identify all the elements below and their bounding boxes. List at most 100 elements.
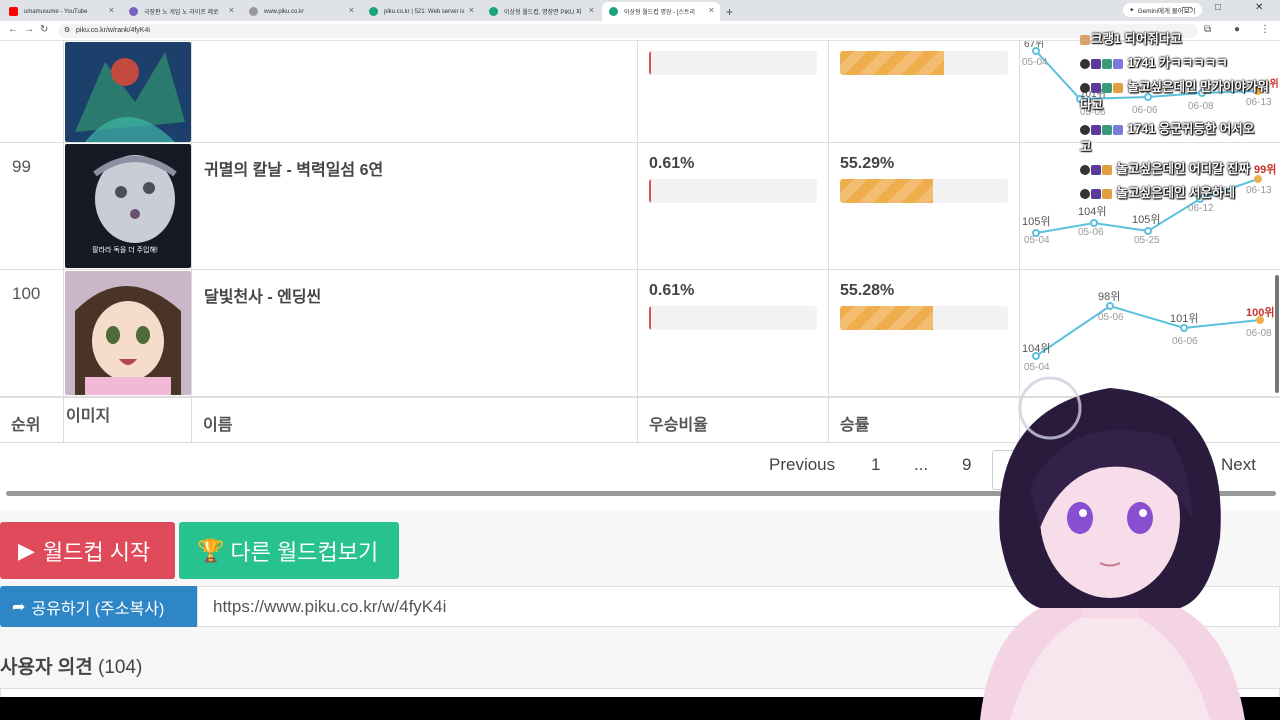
globe-icon bbox=[249, 7, 258, 16]
chat-message: 다고 bbox=[1080, 98, 1104, 112]
chat-message: 크랭1 되어줘다고 bbox=[1080, 28, 1182, 47]
chat-avatar-icon bbox=[1080, 124, 1090, 135]
chat-badge-icon bbox=[1091, 82, 1101, 93]
chart-x-label: 05-25 bbox=[1134, 235, 1160, 246]
back-icon[interactable]: ← bbox=[8, 24, 18, 35]
chart-point bbox=[1090, 219, 1098, 227]
chat-badge-icon bbox=[1102, 124, 1112, 135]
piku-icon bbox=[369, 7, 378, 16]
tab-strip: umamusume - YouTube × 극장판 노 게임 노 라이프 제로 × … bbox=[0, 0, 1280, 21]
chat-avatar-icon bbox=[1080, 58, 1090, 69]
pagination-page[interactable]: 1 bbox=[871, 455, 880, 483]
browser-tab[interactable]: umamusume - YouTube × bbox=[2, 2, 120, 21]
minimize-icon[interactable]: — bbox=[1182, 2, 1192, 13]
chart-x-label: 05-06 bbox=[1098, 312, 1124, 323]
chat-badge-icon bbox=[1102, 188, 1112, 199]
pagination-ellipsis: ... bbox=[914, 455, 929, 474]
chart-rank-label: 99위 bbox=[1254, 163, 1276, 176]
chat-badge-icon bbox=[1102, 82, 1112, 93]
chart-point bbox=[1106, 302, 1114, 310]
close-tab-icon[interactable]: × bbox=[469, 5, 474, 15]
win-ratio-cell: 0.61% bbox=[638, 270, 829, 396]
browser-tab-active[interactable]: 이상형 월드컵 명장 - [스트리 × bbox=[602, 2, 720, 21]
youtube-icon bbox=[9, 7, 18, 16]
column-header-name[interactable]: 이름 bbox=[192, 398, 638, 442]
close-window-icon[interactable]: ✕ bbox=[1255, 2, 1263, 13]
vertical-scrollbar[interactable] bbox=[1275, 275, 1279, 393]
chart-rank-label: 67위 bbox=[1024, 41, 1044, 50]
win-ratio-fill bbox=[649, 179, 651, 203]
win-rate-cell: 55.29% bbox=[829, 143, 1020, 269]
column-header-win-ratio[interactable]: 우승비율 bbox=[638, 398, 829, 442]
rank-cell: 100 bbox=[0, 270, 64, 396]
chat-badge-icon bbox=[1113, 124, 1123, 135]
chat-badge-icon bbox=[1091, 58, 1101, 69]
thumbnail-image[interactable] bbox=[65, 271, 191, 395]
forward-icon[interactable]: → bbox=[24, 24, 34, 35]
extensions-icon[interactable]: ⧉ bbox=[1204, 24, 1211, 35]
win-ratio-cell: 0.61% bbox=[638, 143, 829, 269]
close-tab-icon[interactable]: × bbox=[229, 5, 234, 15]
trophy-icon: 🏆 bbox=[197, 537, 225, 563]
column-header-image: 이미지 bbox=[64, 398, 192, 442]
chart-x-label: 06-06 bbox=[1172, 336, 1198, 347]
chat-message: 고 bbox=[1080, 140, 1092, 154]
chat-badge-icon bbox=[1080, 34, 1090, 45]
chat-badge-icon bbox=[1091, 164, 1101, 175]
chart-rank-label: 105위 bbox=[1132, 213, 1160, 226]
chart-x-label: 05-04 bbox=[1022, 57, 1048, 68]
win-rate-cell bbox=[829, 41, 1020, 142]
chat-avatar-icon bbox=[1080, 188, 1090, 199]
reload-icon[interactable]: ↻ bbox=[40, 24, 48, 35]
chart-rank-label: 101위 bbox=[1170, 312, 1198, 325]
menu-icon[interactable]: ⋮ bbox=[1260, 24, 1270, 35]
win-ratio-cell bbox=[638, 41, 829, 142]
site-info-icon: ⚙ bbox=[64, 27, 71, 34]
chart-rank-label: 100위 bbox=[1246, 306, 1274, 319]
close-tab-icon[interactable]: × bbox=[349, 5, 354, 15]
gemini-icon: ✦ bbox=[1129, 7, 1135, 14]
win-ratio-bar bbox=[649, 51, 817, 75]
name-cell bbox=[192, 41, 638, 142]
chat-badge-icon bbox=[1102, 164, 1112, 175]
chat-message: 놀고싶은데인 어디갈 진짜 bbox=[1080, 158, 1250, 177]
new-tab-icon[interactable]: + bbox=[726, 5, 733, 19]
column-header-rank[interactable]: 순위 bbox=[0, 398, 64, 442]
win-rate-bar bbox=[840, 306, 1008, 330]
other-worldcup-button[interactable]: 🏆 다른 월드컵보기 bbox=[179, 522, 399, 579]
chart-x-label: 06-08 bbox=[1188, 101, 1214, 112]
thumbnail-cell bbox=[64, 270, 192, 396]
chart-point bbox=[1180, 324, 1188, 332]
browser-tab[interactable]: www.piku.co.kr × bbox=[242, 2, 360, 21]
chart-x-label: 06-13 bbox=[1246, 185, 1272, 196]
pagination-previous[interactable]: Previous bbox=[769, 455, 835, 483]
win-rate-fill bbox=[840, 306, 933, 330]
win-ratio-bar bbox=[649, 179, 817, 203]
browser-tab[interactable]: piku.co.kr | 521: Web server is × bbox=[362, 2, 480, 21]
start-worldcup-button[interactable]: ▶ 월드컵 시작 bbox=[0, 522, 175, 579]
close-tab-icon[interactable]: × bbox=[589, 5, 594, 15]
thumbnail-image[interactable] bbox=[65, 42, 191, 142]
close-tab-icon[interactable]: × bbox=[109, 5, 114, 15]
thumbnail-image[interactable]: 팔라라 독을 더 주입해! bbox=[65, 144, 191, 268]
win-ratio-text: 0.61% bbox=[649, 155, 695, 172]
share-button[interactable]: ➦ 공유하기 (주소복사) bbox=[0, 586, 197, 627]
chart-x-label: 06-08 bbox=[1246, 328, 1272, 339]
profile-icon[interactable]: ● bbox=[1234, 24, 1240, 35]
chat-badge-icon bbox=[1091, 124, 1101, 135]
win-ratio-fill bbox=[649, 51, 651, 75]
browser-tab[interactable]: 이상형 월드컵, 명장면 PIKU 피 × bbox=[482, 2, 600, 21]
maximize-icon[interactable]: □ bbox=[1215, 2, 1221, 13]
win-rate-text: 55.29% bbox=[840, 155, 895, 172]
chat-message: 1741 응군귀등한 어서오 bbox=[1080, 118, 1254, 137]
chat-badge-icon bbox=[1113, 58, 1123, 69]
name-cell: 귀멸의 칼날 - 벽력일섬 6연 bbox=[192, 143, 638, 269]
url-input[interactable]: ⚙ piku.co.kr/w/rank/4fyK4i bbox=[58, 24, 1198, 38]
chart-x-label: 06-13 bbox=[1246, 97, 1272, 108]
chart-x-label: 06-12 bbox=[1188, 203, 1214, 214]
win-rate-text: 55.28% bbox=[840, 282, 895, 299]
browser-tab[interactable]: 극장판 노 게임 노 라이프 제로 × bbox=[122, 2, 240, 21]
win-rate-fill bbox=[840, 51, 945, 75]
chart-x-label: 05-06 bbox=[1078, 227, 1104, 238]
close-tab-icon[interactable]: × bbox=[709, 5, 714, 15]
